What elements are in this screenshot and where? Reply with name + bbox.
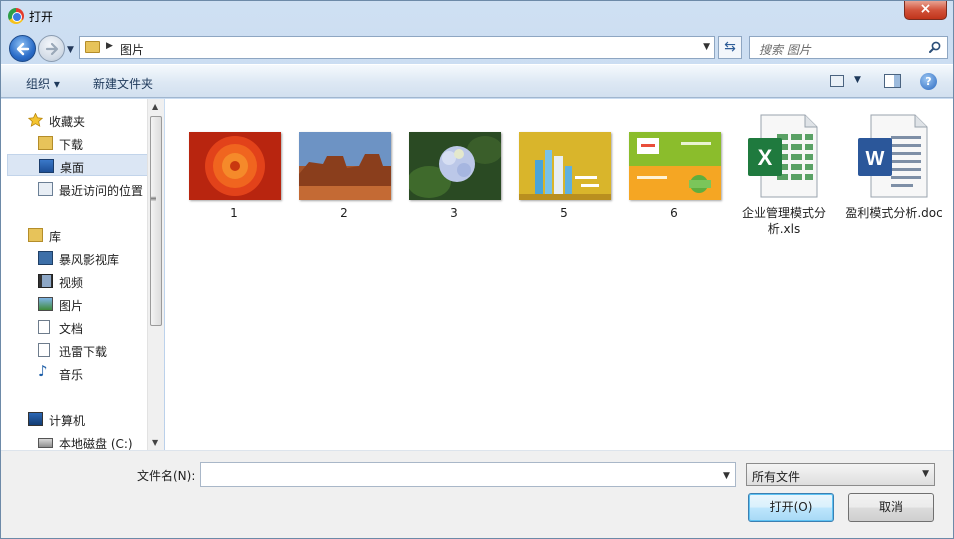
computer-icon: [28, 412, 43, 426]
file-type-value: 所有文件: [752, 470, 801, 484]
nav-label: 收藏夹: [49, 115, 86, 129]
nav-documents[interactable]: 文档: [1, 316, 147, 338]
nav-label: 暴风影视库: [59, 253, 120, 267]
open-file-dialog: 打开 × ▼ ▶ 图片 ▼ ⇆ 搜索 图片 组织 ▾ 新建文件夹 ▼ ? 收藏夹…: [0, 0, 954, 539]
organize-menu[interactable]: 组织 ▾: [26, 75, 60, 92]
documents-icon: [38, 320, 50, 334]
refresh-icon: ⇆: [724, 39, 736, 55]
filename-label: 文件名(N):: [137, 469, 196, 483]
file-type-select[interactable]: 所有文件 ▼: [746, 463, 935, 486]
local-disk-icon: [38, 438, 53, 448]
search-placeholder[interactable]: 搜索 图片: [759, 41, 811, 58]
scroll-grip-icon: ≡: [150, 194, 157, 203]
nav-videos[interactable]: 视频: [1, 270, 147, 292]
nav-label: 文档: [59, 322, 84, 336]
scroll-down-icon[interactable]: ▼: [152, 438, 158, 447]
nav-xunlei-downloads[interactable]: 迅雷下载: [1, 339, 147, 361]
nav-libraries[interactable]: 库: [1, 224, 147, 246]
nav-label: 音乐: [59, 368, 84, 382]
file-name: 盈利模式分析.doc: [845, 206, 943, 220]
libraries-icon: [28, 228, 43, 242]
nav-pictures[interactable]: 图片: [1, 293, 147, 315]
film-icon: [38, 274, 53, 288]
forward-button[interactable]: [38, 35, 65, 62]
open-button[interactable]: 打开(O): [748, 493, 834, 522]
xunlei-download-icon: [38, 343, 50, 357]
nav-desktop[interactable]: 桌面: [7, 154, 153, 176]
filename-input[interactable]: [200, 462, 736, 487]
nav-label: 桌面: [60, 161, 85, 175]
pictures-icon: [38, 297, 53, 311]
nav-recent-places[interactable]: 最近访问的位置: [1, 178, 147, 200]
window-title: 打开: [29, 10, 54, 24]
file-list: 1 2 3 5 6 X 企业管理模式分析.xls W 盈利模式分析.doc: [165, 99, 953, 450]
nav-label: 最近访问的位置: [59, 184, 144, 198]
address-bar[interactable]: ▶ 图片 ▼: [79, 36, 715, 59]
arrow-left-icon: [16, 42, 30, 56]
scroll-thumb[interactable]: [150, 116, 162, 326]
command-bar: 组织 ▾ 新建文件夹 ▼ ?: [1, 64, 953, 98]
nav-label: 库: [49, 230, 62, 244]
thumbnail-city-illustration: [519, 132, 611, 200]
arrow-right-icon: [45, 42, 59, 56]
nav-favorites[interactable]: 收藏夹: [1, 109, 147, 131]
thumbnail-hydrangea: [409, 132, 501, 200]
nav-label: 下载: [59, 138, 84, 152]
address-row: ▼ ▶ 图片 ▼ ⇆ 搜索 图片: [1, 31, 953, 64]
help-icon[interactable]: ?: [920, 73, 937, 90]
thumbnail-finance-banner: [629, 132, 721, 200]
nav-scrollbar[interactable]: ▲ ≡ ▼: [147, 99, 164, 450]
folder-icon: [85, 41, 100, 53]
music-note-icon: ♪: [38, 362, 48, 380]
chrome-icon: [8, 8, 24, 24]
file-name: 1: [230, 206, 238, 220]
scroll-up-icon[interactable]: ▲: [152, 102, 158, 111]
title-bar: 打开 ×: [1, 1, 953, 31]
preview-pane-icon[interactable]: [884, 74, 901, 88]
view-dropdown-icon[interactable]: ▼: [854, 75, 861, 85]
refresh-button[interactable]: ⇆: [718, 36, 742, 59]
file-name: 2: [340, 206, 348, 220]
nav-label: 视频: [59, 276, 84, 290]
star-icon: [28, 113, 43, 127]
nav-baofeng-library[interactable]: 暴风影视库: [1, 247, 147, 269]
nav-label: 计算机: [49, 414, 86, 428]
nav-label: 图片: [59, 299, 84, 313]
history-dropdown-icon[interactable]: ▼: [67, 45, 74, 55]
svg-text:W: W: [866, 148, 885, 170]
search-box[interactable]: 搜索 图片: [749, 36, 948, 59]
file-name: 5: [560, 206, 568, 220]
back-button[interactable]: [9, 35, 36, 62]
nav-downloads[interactable]: 下载: [1, 132, 147, 154]
close-button[interactable]: ×: [904, 1, 947, 20]
view-icon[interactable]: [830, 75, 844, 87]
nav-computer[interactable]: 计算机: [1, 408, 147, 430]
video-library-icon: [38, 251, 53, 265]
file-name: 企业管理模式分析.xls: [741, 206, 826, 236]
file-type-dropdown-icon[interactable]: ▼: [922, 469, 929, 479]
thumbnail-red-flower: [189, 132, 281, 200]
recent-places-icon: [38, 182, 53, 196]
dialog-footer: 文件名(N): ▼ 所有文件 ▼ 打开(O) 取消: [1, 450, 953, 538]
search-icon[interactable]: [929, 41, 941, 53]
excel-icon: X: [748, 114, 818, 198]
address-dropdown-icon[interactable]: ▼: [703, 42, 710, 52]
word-icon: W: [858, 114, 928, 198]
breadcrumb-separator-icon[interactable]: ▶: [106, 41, 113, 51]
svg-text:X: X: [758, 145, 773, 170]
downloads-folder-icon: [38, 136, 53, 150]
nav-label: 迅雷下载: [59, 345, 108, 359]
thumbnail-desert: [299, 132, 391, 200]
navigation-pane: 收藏夹 下载 桌面 最近访问的位置 库 暴风影视库 视频 图片 文档 迅雷下载 …: [1, 99, 164, 451]
breadcrumb-current[interactable]: 图片: [120, 41, 144, 58]
file-name: 6: [670, 206, 678, 220]
nav-music[interactable]: ♪ 音乐: [1, 362, 147, 384]
desktop-icon: [39, 159, 54, 173]
file-name: 3: [450, 206, 458, 220]
cancel-button[interactable]: 取消: [848, 493, 934, 522]
new-folder-button[interactable]: 新建文件夹: [93, 75, 153, 92]
